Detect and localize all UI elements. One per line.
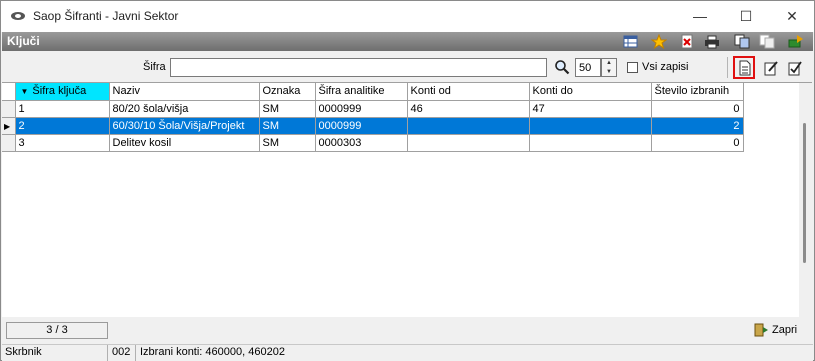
new-record-button[interactable]	[733, 56, 755, 79]
minimize-button[interactable]: —	[677, 1, 723, 32]
cell-naziv[interactable]: 80/20 šola/višja	[109, 100, 260, 118]
edit-record-alt-button[interactable]	[785, 58, 805, 78]
toolbar-divider	[727, 57, 728, 78]
cell-stevilo[interactable]: 0	[651, 134, 744, 152]
table-edit-icon[interactable]	[623, 34, 639, 49]
cell-konti-do[interactable]: 47	[529, 100, 652, 118]
search-label: Šifra	[143, 61, 166, 73]
all-records-label: Vsi zapisi	[642, 61, 689, 73]
close-button[interactable]: ✕	[769, 1, 815, 32]
vertical-scrollbar[interactable]	[799, 83, 812, 317]
row-indicator-header	[2, 83, 16, 101]
cell-konti-do[interactable]	[529, 117, 652, 135]
print-icon[interactable]	[704, 34, 720, 49]
cell-konti-od[interactable]: 46	[407, 100, 530, 118]
section-title: Ključi	[7, 34, 40, 48]
records-grid: ▼ Šifra ključa Naziv Oznaka Šifra analiti…	[2, 82, 812, 317]
search-input[interactable]	[170, 58, 547, 77]
window-title: Saop Šifranti - Javni Sektor	[33, 9, 179, 23]
column-header-sifra[interactable]: ▼ Šifra ključa	[15, 83, 110, 101]
cell-oznaka[interactable]: SM	[259, 134, 316, 152]
status-info: Izbrani konti: 460000, 460202	[140, 346, 285, 358]
column-header-konti-do[interactable]: Konti do	[529, 83, 652, 101]
table-row[interactable]: 1 80/20 šola/višja SM 0000999 46 47 0	[2, 100, 744, 118]
table-header-row: ▼ Šifra ključa Naziv Oznaka Šifra analiti…	[2, 83, 744, 101]
new-document-icon	[739, 60, 751, 76]
records-table: ▼ Šifra ključa Naziv Oznaka Šifra analiti…	[2, 83, 744, 152]
row-indicator	[2, 134, 16, 152]
cell-stevilo[interactable]: 2	[651, 117, 744, 135]
column-header-stevilo[interactable]: Število izbranih	[651, 83, 744, 101]
table-row[interactable]: 3 Delitev kosil SM 0000303 0	[2, 134, 744, 152]
close-form-button[interactable]: Zapri	[754, 322, 797, 339]
status-code: 002	[109, 345, 136, 361]
paste-icon[interactable]	[759, 34, 775, 49]
current-row-pointer-icon: ▶	[4, 121, 11, 131]
chevron-up-icon[interactable]: ▲	[602, 59, 616, 68]
status-user: Skrbnik	[2, 345, 108, 361]
scrollbar-thumb[interactable]	[803, 123, 806, 263]
all-records-checkbox[interactable]	[627, 62, 638, 73]
search-icon[interactable]	[554, 59, 570, 75]
close-form-label: Zapri	[772, 324, 798, 336]
cell-analitika[interactable]: 0000999	[315, 117, 408, 135]
edit-document-icon	[764, 61, 778, 76]
chevron-down-icon[interactable]: ▼	[602, 68, 616, 77]
cell-konti-od[interactable]	[407, 134, 530, 152]
row-indicator: ▶	[2, 117, 16, 135]
exit-door-icon	[754, 323, 769, 337]
column-header-analitika[interactable]: Šifra analitike	[315, 83, 408, 101]
star-icon[interactable]	[651, 34, 667, 49]
cell-naziv[interactable]: Delitev kosil	[109, 134, 260, 152]
title-bar: Saop Šifranti - Javni Sektor — ☐ ✕	[1, 1, 814, 32]
maximize-button[interactable]: ☐	[723, 1, 769, 32]
record-count-stepper[interactable]: ▲ ▼	[601, 58, 617, 77]
column-header-konti-od[interactable]: Konti od	[407, 83, 530, 101]
export-icon[interactable]	[788, 34, 804, 49]
cell-sifra[interactable]: 3	[15, 134, 110, 152]
record-counter: 3 / 3	[6, 322, 108, 339]
cell-sifra[interactable]: 1	[15, 100, 110, 118]
cell-oznaka[interactable]: SM	[259, 100, 316, 118]
app-logo-icon	[11, 12, 25, 20]
delete-icon[interactable]	[679, 34, 695, 49]
edit-record-button[interactable]	[761, 58, 781, 78]
copy-icon[interactable]	[734, 34, 750, 49]
cell-analitika[interactable]: 0000303	[315, 134, 408, 152]
sort-down-icon: ▼	[20, 87, 29, 97]
footer-bar	[2, 318, 813, 342]
column-header-oznaka[interactable]: Oznaka	[259, 83, 316, 101]
edit-check-icon	[788, 61, 802, 76]
cell-naziv[interactable]: 60/30/10 Šola/Višja/Projekt	[109, 117, 260, 135]
cell-stevilo[interactable]: 0	[651, 100, 744, 118]
table-row-selected[interactable]: ▶ 2 60/30/10 Šola/Višja/Projekt SM 00009…	[2, 117, 744, 135]
cell-analitika[interactable]: 0000999	[315, 100, 408, 118]
record-count-input[interactable]: 50	[575, 58, 601, 77]
cell-oznaka[interactable]: SM	[259, 117, 316, 135]
column-header-naziv[interactable]: Naziv	[109, 83, 260, 101]
cell-sifra[interactable]: 2	[15, 117, 110, 135]
app-window: Saop Šifranti - Javni Sektor — ☐ ✕ Ključ…	[0, 0, 815, 361]
cell-konti-od[interactable]	[407, 117, 530, 135]
cell-konti-do[interactable]	[529, 134, 652, 152]
row-indicator	[2, 100, 16, 118]
